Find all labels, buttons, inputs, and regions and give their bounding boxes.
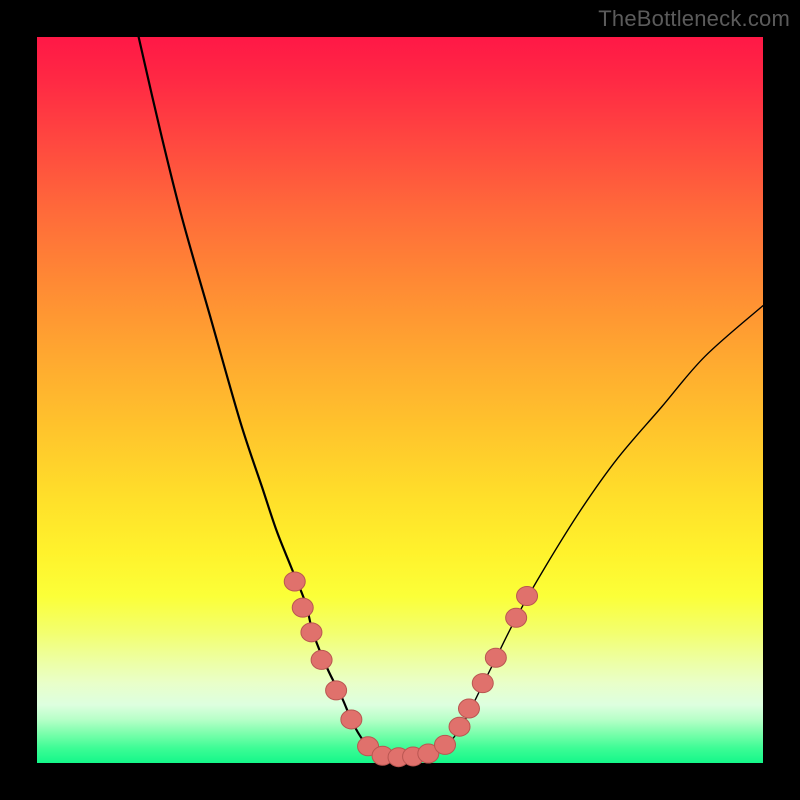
marker-group <box>284 572 537 767</box>
data-point-marker <box>301 623 322 642</box>
chart-frame: TheBottleneck.com <box>0 0 800 800</box>
chart-svg <box>37 37 763 763</box>
curve-left-branch <box>139 37 375 753</box>
data-point-marker <box>292 598 313 617</box>
data-point-marker <box>311 650 332 669</box>
data-point-marker <box>341 710 362 729</box>
data-point-marker <box>506 608 527 627</box>
watermark-text: TheBottleneck.com <box>598 6 790 32</box>
data-point-marker <box>449 717 470 736</box>
data-point-marker <box>472 674 493 693</box>
chart-plot-area <box>37 37 763 763</box>
data-point-marker <box>326 681 347 700</box>
data-point-marker <box>458 699 479 718</box>
data-point-marker <box>435 735 456 754</box>
data-point-marker <box>284 572 305 591</box>
data-point-marker <box>485 648 506 667</box>
data-point-marker <box>517 587 538 606</box>
